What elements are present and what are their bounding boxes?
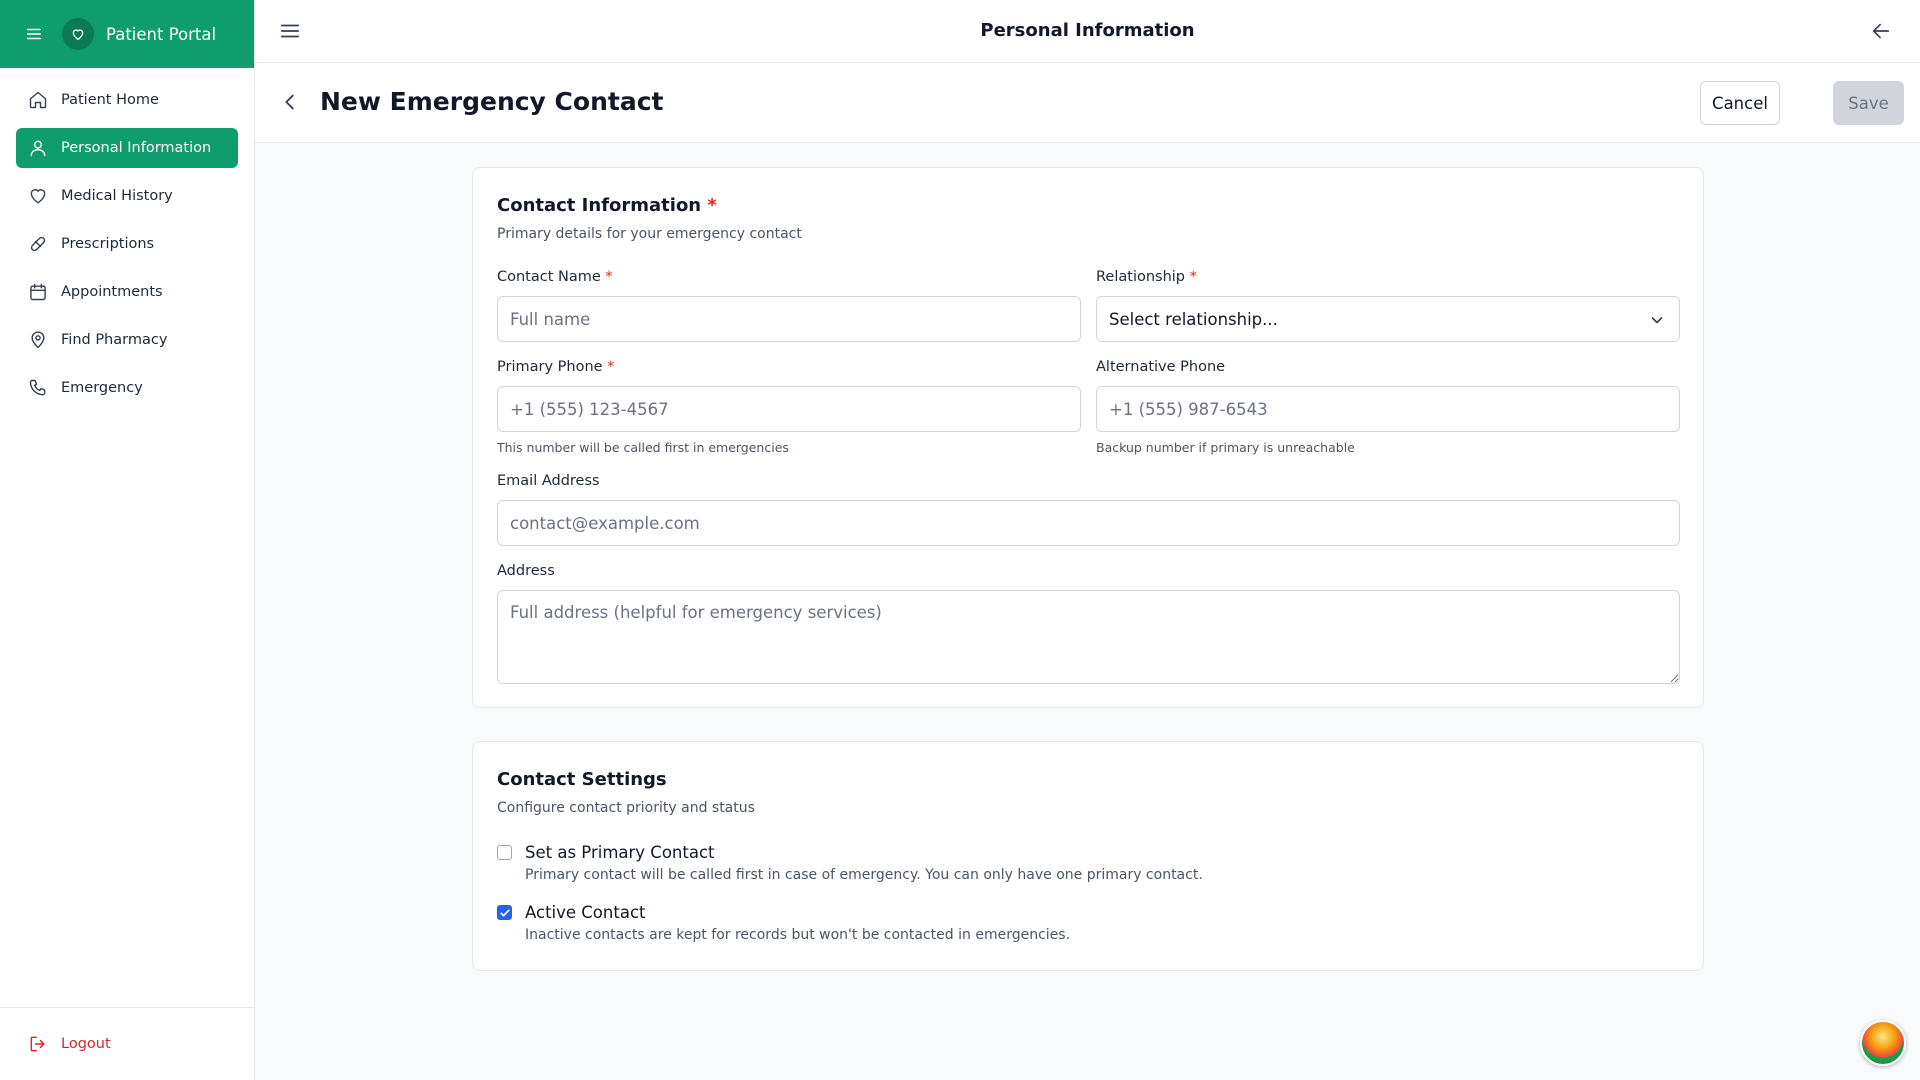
relationship-select[interactable]: Select relationship... — [1096, 296, 1680, 342]
required-mark: * — [707, 195, 717, 216]
chevron-left-icon[interactable] — [279, 91, 301, 113]
home-icon — [29, 91, 47, 109]
sidebar-item-label: Prescriptions — [61, 236, 155, 252]
logout-label: Logout — [61, 1036, 111, 1052]
sidebar-item-label: Personal Information — [61, 140, 212, 156]
alternative-phone-help: Backup number if primary is unreachable — [1096, 440, 1355, 455]
chevron-down-icon — [1651, 317, 1663, 324]
sidebar-item-appointments[interactable]: Appointments — [16, 272, 238, 312]
active-contact-description: Inactive contacts are kept for records b… — [525, 927, 1071, 943]
primary-contact-title: Set as Primary Contact — [525, 843, 715, 862]
sidebar-item-label: Appointments — [61, 284, 163, 300]
arrow-left-icon[interactable] — [1870, 20, 1892, 42]
section-title: Contact Settings — [497, 769, 667, 790]
alternative-phone-input[interactable] — [1096, 386, 1680, 432]
user-avatar[interactable] — [1860, 1020, 1906, 1066]
app-name: Patient Portal — [106, 24, 217, 44]
section-title: Contact Information * — [497, 195, 717, 216]
top-bar-title: Personal Information — [980, 20, 1195, 41]
checkmark-icon — [499, 909, 510, 916]
sidebar-item-label: Patient Home — [61, 92, 159, 108]
logout-button[interactable]: Logout — [16, 1024, 238, 1064]
primary-phone-help: This number will be called first in emer… — [497, 440, 789, 455]
email-input[interactable] — [497, 500, 1680, 546]
sidebar-item-emergency[interactable]: Emergency — [16, 368, 238, 408]
page-header: New Emergency Contact Cancel Save — [255, 63, 1920, 143]
sidebar-footer: Logout — [0, 1007, 254, 1080]
sidebar-nav: Patient Home Personal Information Medica… — [0, 68, 254, 428]
user-icon — [30, 140, 46, 157]
section-subtitle: Primary details for your emergency conta… — [497, 226, 802, 242]
primary-phone-input[interactable] — [497, 386, 1081, 432]
phone-icon — [29, 379, 46, 396]
sidebar-item-medical-history[interactable]: Medical History — [16, 176, 238, 216]
alternative-phone-label: Alternative Phone — [1096, 359, 1226, 375]
primary-contact-description: Primary contact will be called first in … — [525, 867, 1203, 883]
page-title: New Emergency Contact — [320, 87, 664, 116]
relationship-select-value: Select relationship... — [1109, 309, 1278, 329]
calendar-icon — [30, 283, 46, 301]
sidebar-item-label: Medical History — [61, 188, 173, 204]
sidebar-item-label: Emergency — [61, 380, 143, 396]
sidebar-item-label: Find Pharmacy — [61, 332, 168, 348]
sidebar-menu-icon[interactable] — [24, 24, 44, 44]
cancel-button[interactable]: Cancel — [1700, 81, 1780, 125]
contact-information-card: Contact Information * Primary details fo… — [472, 167, 1704, 708]
primary-contact-checkbox[interactable] — [497, 845, 512, 860]
address-label: Address — [497, 563, 555, 579]
logout-icon — [30, 1036, 45, 1052]
heart-icon — [30, 189, 46, 204]
pill-icon — [30, 236, 46, 252]
map-pin-icon — [31, 331, 45, 349]
email-label: Email Address — [497, 473, 600, 489]
relationship-label: Relationship * — [1096, 269, 1197, 285]
sidebar-item-personal-information[interactable]: Personal Information — [16, 128, 238, 168]
primary-phone-label: Primary Phone * — [497, 359, 615, 375]
address-textarea[interactable] — [497, 590, 1680, 684]
sidebar-brand: Patient Portal — [0, 0, 254, 68]
active-contact-checkbox[interactable] — [497, 905, 512, 920]
save-button[interactable]: Save — [1833, 81, 1904, 125]
contact-name-label: Contact Name * — [497, 269, 613, 285]
sidebar: Patient Portal Patient Home Personal Inf… — [0, 0, 255, 1080]
top-bar: Personal Information — [255, 0, 1920, 63]
sidebar-item-patient-home[interactable]: Patient Home — [16, 80, 238, 120]
active-contact-title: Active Contact — [525, 903, 646, 922]
sidebar-item-prescriptions[interactable]: Prescriptions — [16, 224, 238, 264]
sidebar-item-find-pharmacy[interactable]: Find Pharmacy — [16, 320, 238, 360]
contact-settings-card: Contact Settings Configure contact prior… — [472, 741, 1704, 971]
section-subtitle: Configure contact priority and status — [497, 800, 755, 816]
heart-logo-icon — [62, 18, 94, 50]
contact-name-input[interactable] — [497, 296, 1081, 342]
